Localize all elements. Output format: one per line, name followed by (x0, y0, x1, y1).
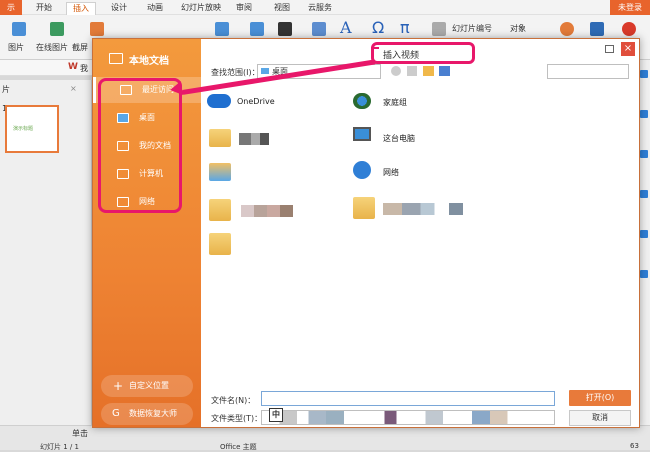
title-highlight (371, 42, 475, 64)
online-picture-button[interactable]: 在线图片 (36, 42, 68, 53)
sidebar-tool-icon[interactable] (640, 70, 648, 78)
file-onedrive[interactable]: OneDrive (237, 97, 275, 106)
search-input[interactable] (547, 64, 629, 79)
filename-input[interactable] (261, 391, 555, 406)
wordart-icon[interactable]: A (340, 18, 352, 37)
close-dialog-button[interactable]: × (621, 42, 635, 56)
flash-icon[interactable] (622, 22, 636, 36)
app-menu-button[interactable]: 示 (0, 0, 22, 15)
picture-button[interactable]: 图片 (8, 42, 24, 53)
textbox-icon[interactable] (312, 22, 326, 36)
sidebar-highlight (98, 78, 182, 213)
file-network[interactable]: 网络 (383, 167, 399, 178)
up-folder-icon[interactable] (407, 66, 417, 76)
slide-thumb-title: 演示标题 (13, 126, 34, 132)
network-icon[interactable] (353, 161, 371, 179)
file-user-redacted[interactable] (239, 133, 269, 145)
slide-number-icon[interactable] (432, 22, 446, 36)
arrow-head-icon (168, 81, 184, 97)
qrcode-icon[interactable] (278, 22, 292, 36)
login-button[interactable]: 未登录 (610, 0, 650, 15)
filename-label: 文件名(N)： (211, 396, 256, 405)
smartart-icon[interactable] (250, 22, 264, 36)
slide-thumbnail[interactable]: 演示标题 (5, 105, 59, 153)
ime-indicator: 中 (269, 408, 283, 422)
back-icon[interactable] (391, 66, 401, 76)
new-slide-icon[interactable] (12, 22, 26, 36)
table-icon[interactable] (50, 22, 64, 36)
view-menu-icon[interactable] (439, 66, 450, 76)
screenshot-button[interactable]: 截屏 (72, 42, 88, 53)
sidebar-tool-icon[interactable] (640, 190, 648, 198)
status-bar (0, 425, 650, 450)
filetype-select[interactable] (261, 410, 555, 425)
computer-icon[interactable] (353, 127, 371, 141)
wps-logo-icon: W (68, 62, 78, 72)
audio-icon[interactable] (560, 22, 574, 36)
zoom-level[interactable]: 63 (630, 442, 639, 450)
cancel-button[interactable]: 取消 (569, 410, 631, 426)
folder-icon[interactable] (353, 197, 375, 219)
sidebar-tool-icon[interactable] (640, 150, 648, 158)
data-recovery-label: 数据恢复大师 (129, 409, 177, 418)
slide-pane-header: 片 (2, 85, 10, 94)
open-button[interactable]: 打开(O) (569, 390, 631, 406)
sidebar-tool-icon[interactable] (640, 270, 648, 278)
symbol-icon[interactable]: Ω (372, 18, 384, 37)
tab-animation[interactable]: 动画 (140, 2, 170, 15)
custom-location-button[interactable]: + 自定义位置 (101, 375, 193, 397)
library-folder-icon[interactable] (209, 163, 231, 181)
desktop-small-icon (261, 68, 269, 74)
tab-slideshow[interactable]: 幻灯片放映 (176, 2, 226, 15)
notes-hint[interactable]: 单击 (72, 428, 88, 439)
lookin-label: 查找范围(I)： (211, 68, 260, 77)
slide-info: 幻灯片 1 / 1 (40, 443, 79, 451)
custom-location-label: 自定义位置 (129, 381, 169, 390)
user-folder-icon[interactable] (209, 129, 231, 147)
formula-icon[interactable]: π (400, 18, 410, 37)
filetype-label: 文件类型(T)： (211, 414, 263, 423)
homegroup-icon[interactable] (353, 93, 371, 109)
file-homegroup[interactable]: 家庭组 (383, 97, 407, 108)
tab-home[interactable]: 开始 (30, 2, 58, 15)
cloud-icon[interactable] (207, 94, 231, 108)
pin-label[interactable]: 我 (80, 63, 88, 74)
file-redacted[interactable] (241, 205, 293, 217)
data-recovery-button[interactable]: G 数据恢复大师 (101, 403, 193, 425)
tab-view[interactable]: 视图 (268, 2, 296, 15)
plus-icon: + (113, 379, 124, 393)
sidebar-tool-icon[interactable] (640, 110, 648, 118)
file-redacted[interactable] (383, 203, 477, 215)
slide-number-label[interactable]: 幻灯片编号 (452, 23, 492, 34)
folder-icon[interactable] (209, 233, 231, 255)
object-label[interactable]: 对象 (510, 23, 526, 34)
tab-cloud[interactable]: 云服务 (302, 2, 338, 15)
tab-design[interactable]: 设计 (104, 2, 134, 15)
picture-icon[interactable] (90, 22, 104, 36)
chart-icon[interactable] (215, 22, 229, 36)
video-icon[interactable] (590, 22, 604, 36)
file-this-pc[interactable]: 这台电脑 (383, 133, 415, 144)
maximize-icon[interactable] (605, 45, 614, 53)
new-folder-icon[interactable] (423, 66, 434, 76)
monitor-icon (109, 53, 123, 64)
folder-icon[interactable] (209, 199, 231, 221)
close-pane-icon[interactable]: × (70, 84, 77, 93)
file-list (205, 85, 639, 375)
theme-name: Office 主题 (220, 443, 257, 451)
dialog-brand: 本地文档 (129, 56, 169, 67)
sidebar-tool-icon[interactable] (640, 230, 648, 238)
tab-insert[interactable]: 插入 (66, 2, 96, 15)
tab-review[interactable]: 审阅 (230, 2, 258, 15)
recovery-icon: G (112, 408, 120, 419)
